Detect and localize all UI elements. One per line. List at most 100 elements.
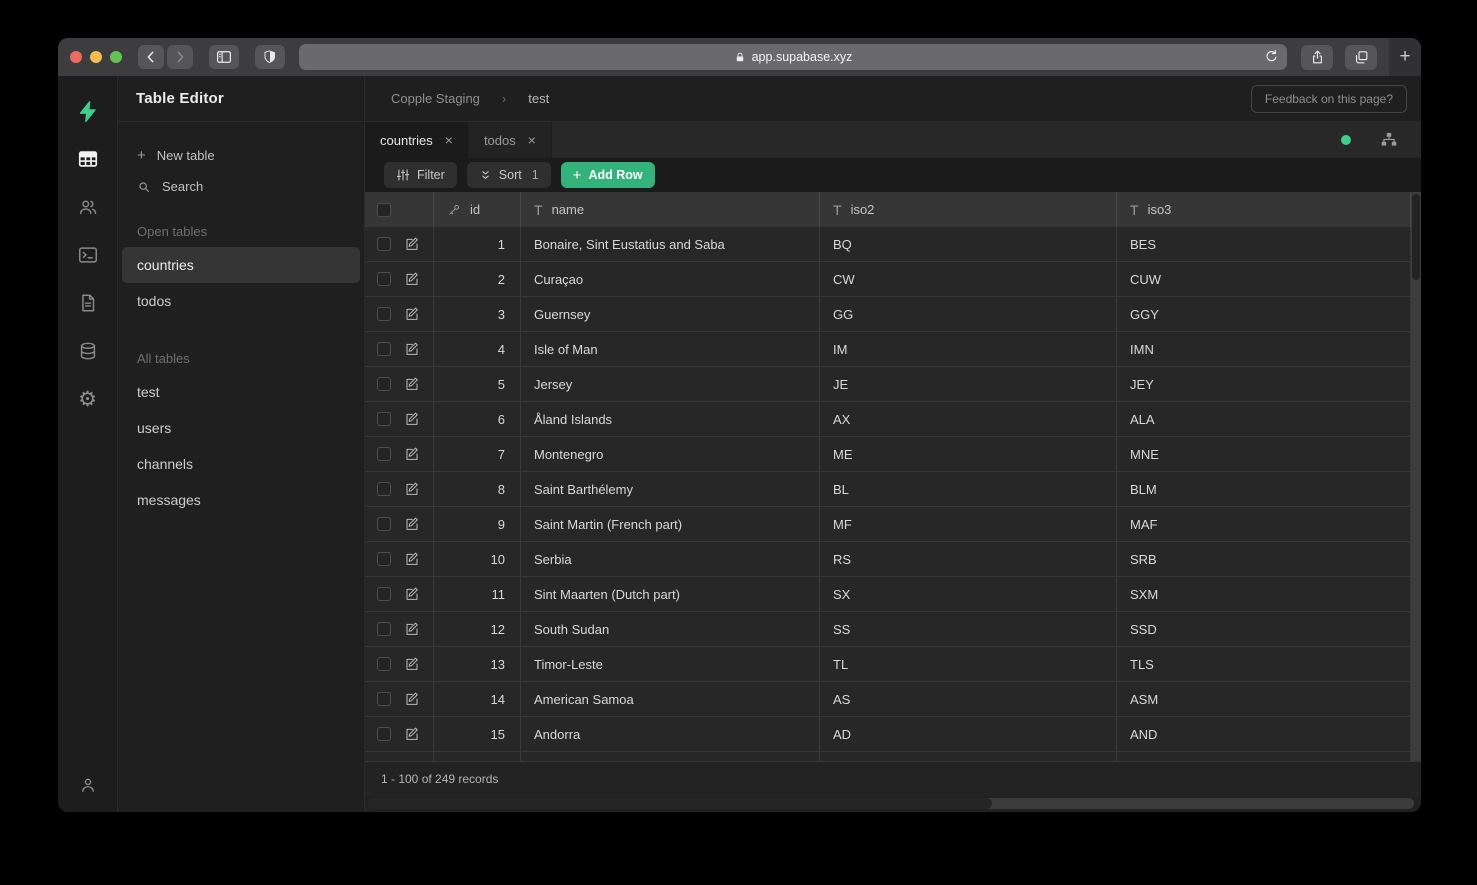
edit-row-icon[interactable] <box>404 516 420 532</box>
cell-id[interactable]: 1 <box>434 227 521 261</box>
cell-id[interactable]: 12 <box>434 612 521 646</box>
breadcrumb-page[interactable]: test <box>528 91 549 106</box>
cell-iso3[interactable]: SSD <box>1117 612 1411 646</box>
rail-table-editor-button[interactable] <box>71 142 105 176</box>
zoom-window-button[interactable] <box>110 51 122 63</box>
cell-name[interactable]: American Samoa <box>521 682 820 716</box>
cell-iso3[interactable]: AND <box>1117 717 1411 751</box>
rail-database-button[interactable] <box>71 334 105 368</box>
cell-iso3[interactable]: IMN <box>1117 332 1411 366</box>
sort-button[interactable]: Sort 1 <box>467 162 551 188</box>
cell-id[interactable]: 15 <box>434 717 521 751</box>
filter-button[interactable]: Filter <box>384 162 457 188</box>
tab-todos[interactable]: todos× <box>469 122 552 158</box>
cell-name[interactable]: South Sudan <box>521 612 820 646</box>
forward-button[interactable] <box>167 45 193 69</box>
edit-row-icon[interactable] <box>404 411 420 427</box>
cell-id[interactable]: 5 <box>434 367 521 401</box>
new-tab-button[interactable]: + <box>1389 38 1421 76</box>
cell-name[interactable]: Jersey <box>521 367 820 401</box>
edit-row-icon[interactable] <box>404 341 420 357</box>
row-checkbox[interactable] <box>377 447 391 461</box>
row-checkbox[interactable] <box>377 307 391 321</box>
cell-iso2[interactable]: MF <box>820 507 1117 541</box>
rail-sql-editor-button[interactable] <box>71 238 105 272</box>
edit-row-icon[interactable] <box>404 621 420 637</box>
cell-name[interactable]: Timor-Leste <box>521 647 820 681</box>
cell-iso3[interactable]: MNE <box>1117 437 1411 471</box>
tab-countries[interactable]: countries× <box>365 122 469 158</box>
cell-iso3[interactable]: GGY <box>1117 297 1411 331</box>
cell-name[interactable]: Montenegro <box>521 437 820 471</box>
cell-name[interactable]: Bonaire, Sint Eustatius and Saba <box>521 227 820 261</box>
cell-iso3[interactable]: BES <box>1117 227 1411 261</box>
tab-overview-button[interactable] <box>1345 45 1377 70</box>
cell-id[interactable]: 9 <box>434 507 521 541</box>
edit-row-icon[interactable] <box>404 376 420 392</box>
close-window-button[interactable] <box>70 51 82 63</box>
cell-id[interactable]: 3 <box>434 297 521 331</box>
vertical-scrollbar[interactable] <box>1411 192 1421 761</box>
row-checkbox[interactable] <box>377 587 391 601</box>
cell-name[interactable]: Curaçao <box>521 262 820 296</box>
share-button[interactable] <box>1301 45 1333 70</box>
url-field[interactable]: app.supabase.xyz <box>299 44 1287 70</box>
supabase-logo[interactable] <box>76 89 99 133</box>
cell-iso2[interactable]: JE <box>820 367 1117 401</box>
new-table-button[interactable]: + New table <box>118 140 364 171</box>
cell-name[interactable]: Åland Islands <box>521 402 820 436</box>
horizontal-scrollbar[interactable] <box>365 796 1421 812</box>
sidebar-table-channels[interactable]: channels <box>122 446 360 482</box>
row-checkbox[interactable] <box>377 622 391 636</box>
cell-iso3[interactable]: SXM <box>1117 577 1411 611</box>
cell-iso3[interactable]: SRB <box>1117 542 1411 576</box>
cell-iso3[interactable]: ASM <box>1117 682 1411 716</box>
row-checkbox[interactable] <box>377 237 391 251</box>
cell-id[interactable]: 14 <box>434 682 521 716</box>
cell-id[interactable]: 7 <box>434 437 521 471</box>
edit-row-icon[interactable] <box>404 271 420 287</box>
edit-row-icon[interactable] <box>404 691 420 707</box>
rail-account-button[interactable] <box>71 768 105 802</box>
cell-iso2[interactable]: SS <box>820 612 1117 646</box>
column-header-id[interactable]: id <box>434 192 521 227</box>
cell-name[interactable]: Isle of Man <box>521 332 820 366</box>
cell-iso2[interactable]: GG <box>820 297 1117 331</box>
column-header-name[interactable]: T name <box>521 192 820 227</box>
sidebar-toggle-button[interactable] <box>209 45 239 69</box>
privacy-shield-button[interactable] <box>255 45 285 69</box>
sidebar-table-messages[interactable]: messages <box>122 482 360 518</box>
cell-iso2[interactable]: AS <box>820 682 1117 716</box>
row-checkbox[interactable] <box>377 517 391 531</box>
edit-row-icon[interactable] <box>404 481 420 497</box>
row-checkbox[interactable] <box>377 342 391 356</box>
cell-id[interactable]: 2 <box>434 262 521 296</box>
row-checkbox[interactable] <box>377 552 391 566</box>
back-button[interactable] <box>138 45 164 69</box>
cell-iso2[interactable]: AX <box>820 402 1117 436</box>
breadcrumb-project[interactable]: Copple Staging <box>391 91 480 106</box>
cell-name[interactable]: Saint Martin (French part) <box>521 507 820 541</box>
tab-close-icon[interactable]: × <box>445 132 453 148</box>
cell-id[interactable]: 8 <box>434 472 521 506</box>
cell-name[interactable]: Andorra <box>521 717 820 751</box>
cell-id[interactable]: 4 <box>434 332 521 366</box>
sidebar-table-todos[interactable]: todos <box>122 283 360 319</box>
reload-icon[interactable] <box>1263 48 1280 65</box>
column-header-iso2[interactable]: T iso2 <box>820 192 1117 227</box>
cell-iso2[interactable]: TL <box>820 647 1117 681</box>
minimize-window-button[interactable] <box>90 51 102 63</box>
cell-id[interactable]: 11 <box>434 577 521 611</box>
edit-row-icon[interactable] <box>404 446 420 462</box>
edit-row-icon[interactable] <box>404 551 420 567</box>
vertical-scrollbar-thumb[interactable] <box>1412 194 1420 280</box>
edit-row-icon[interactable] <box>404 306 420 322</box>
horizontal-scrollbar-thumb[interactable] <box>368 798 992 809</box>
edit-row-icon[interactable] <box>404 656 420 672</box>
row-checkbox[interactable] <box>377 412 391 426</box>
cell-iso2[interactable]: AD <box>820 717 1117 751</box>
cell-id[interactable]: 6 <box>434 402 521 436</box>
cell-iso3[interactable]: TLS <box>1117 647 1411 681</box>
cell-name[interactable]: Serbia <box>521 542 820 576</box>
cell-iso3[interactable]: BLM <box>1117 472 1411 506</box>
